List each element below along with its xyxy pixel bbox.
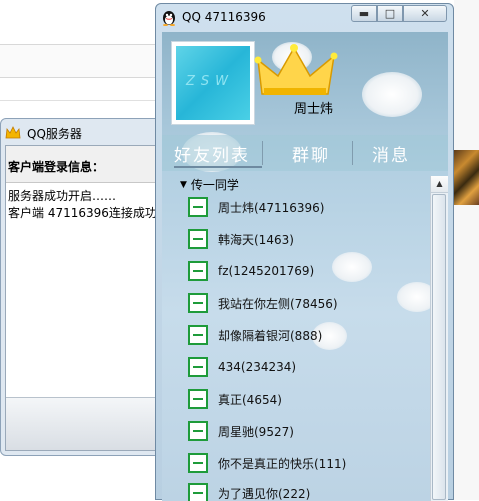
tab-messages[interactable]: 消息 xyxy=(372,141,410,166)
qq-panel: ZSW 周士炜 好友列表 群聊 消息 ▼ 传一同学 周士炜 xyxy=(162,32,448,501)
qq-penguin-icon xyxy=(161,10,177,26)
server-footer xyxy=(6,397,164,450)
friend-name: 真正(4654) xyxy=(218,391,282,408)
tab-bar: 好友列表 群聊 消息 xyxy=(162,135,448,171)
group-header[interactable]: ▼ 传一同学 xyxy=(180,176,239,193)
qq-window-title: QQ 47116396 xyxy=(182,10,266,24)
friend-name: 却像隔着银河(888) xyxy=(218,327,322,344)
server-window: QQ服务器 客户端登录信息： 服务器成功开启…… 客户端 47116396连接成… xyxy=(0,118,166,456)
log-line: 服务器成功开启…… xyxy=(8,188,157,205)
list-item[interactable]: 却像隔着银河(888) xyxy=(188,322,322,348)
friend-icon xyxy=(188,197,208,217)
qq-titlebar[interactable]: QQ 47116396 ▬ □ ✕ xyxy=(156,4,453,30)
list-item[interactable]: 周星驰(9527) xyxy=(188,418,294,444)
friend-icon xyxy=(188,357,208,377)
server-titlebar: QQ服务器 xyxy=(5,123,82,143)
friend-name: 我站在你左侧(78456) xyxy=(218,295,338,312)
background-strip xyxy=(454,0,479,500)
tab-group-chat[interactable]: 群聊 xyxy=(292,141,330,166)
expand-arrow-icon[interactable]: ▼ xyxy=(180,180,187,190)
list-item[interactable]: 真正(4654) xyxy=(188,386,282,412)
server-window-title: QQ服务器 xyxy=(27,125,82,142)
friend-name: 韩海天(1463) xyxy=(218,231,294,248)
background-photo xyxy=(454,150,479,205)
server-log-panel: 客户端登录信息： 服务器成功开启…… 客户端 47116396连接成功 xyxy=(5,145,165,451)
tab-friends[interactable]: 好友列表 xyxy=(174,141,250,166)
list-item[interactable]: 你不是真正的快乐(111) xyxy=(188,450,346,476)
friend-name: 434(234234) xyxy=(218,360,296,374)
friend-name: 周士炜(47116396) xyxy=(218,199,324,216)
log-line: 客户端 47116396连接成功 xyxy=(8,205,157,222)
maximize-button[interactable]: □ xyxy=(377,5,403,22)
tab-separator xyxy=(352,141,353,165)
scroll-up-arrow-icon[interactable]: ▲ xyxy=(431,176,448,193)
crown-icon xyxy=(254,42,344,102)
friend-icon xyxy=(188,261,208,281)
list-item[interactable]: 为了遇见你(222) xyxy=(188,480,310,501)
friend-name: 为了遇见你(222) xyxy=(218,485,310,501)
friend-icon xyxy=(188,325,208,345)
list-item[interactable]: 周士炜(47116396) xyxy=(188,194,324,220)
scroll-thumb[interactable] xyxy=(432,194,446,500)
server-log-text: 服务器成功开启…… 客户端 47116396连接成功 xyxy=(8,188,157,222)
server-log-header-label: 客户端登录信息： xyxy=(8,158,104,175)
server-log-header: 客户端登录信息： xyxy=(6,146,164,183)
friend-icon xyxy=(188,421,208,441)
close-button[interactable]: ✕ xyxy=(403,5,447,22)
list-item[interactable]: fz(1245201769) xyxy=(188,258,314,284)
friend-icon xyxy=(188,229,208,249)
friend-name: 周星驰(9527) xyxy=(218,423,294,440)
crown-icon xyxy=(5,126,21,140)
list-item[interactable]: 韩海天(1463) xyxy=(188,226,294,252)
qq-window: QQ 47116396 ▬ □ ✕ ZSW 周士炜 好友列表 xyxy=(155,3,454,500)
background-toolbar xyxy=(0,44,156,78)
friend-name: fz(1245201769) xyxy=(218,264,314,278)
friend-list: ▼ 传一同学 周士炜(47116396) 韩海天(1463) fz(124520… xyxy=(162,174,429,501)
avatar-image: ZSW xyxy=(176,46,250,120)
avatar[interactable]: ZSW xyxy=(172,42,254,124)
background-divider xyxy=(0,100,156,101)
friend-icon xyxy=(188,389,208,409)
username: 周士炜 xyxy=(294,98,333,117)
list-item[interactable]: 434(234234) xyxy=(188,354,296,380)
scrollbar[interactable]: ▲ xyxy=(430,176,448,501)
window-controls: ▬ □ ✕ xyxy=(351,5,447,22)
active-tab-indicator xyxy=(174,166,262,168)
friend-name: 你不是真正的快乐(111) xyxy=(218,455,346,472)
friend-icon xyxy=(188,293,208,313)
friend-icon xyxy=(188,483,208,501)
background-flower xyxy=(362,72,422,117)
minimize-button[interactable]: ▬ xyxy=(351,5,377,22)
tab-separator xyxy=(262,141,263,165)
group-name: 传一同学 xyxy=(191,176,239,193)
avatar-text: ZSW xyxy=(186,74,234,89)
list-item[interactable]: 我站在你左侧(78456) xyxy=(188,290,338,316)
friend-icon xyxy=(188,453,208,473)
